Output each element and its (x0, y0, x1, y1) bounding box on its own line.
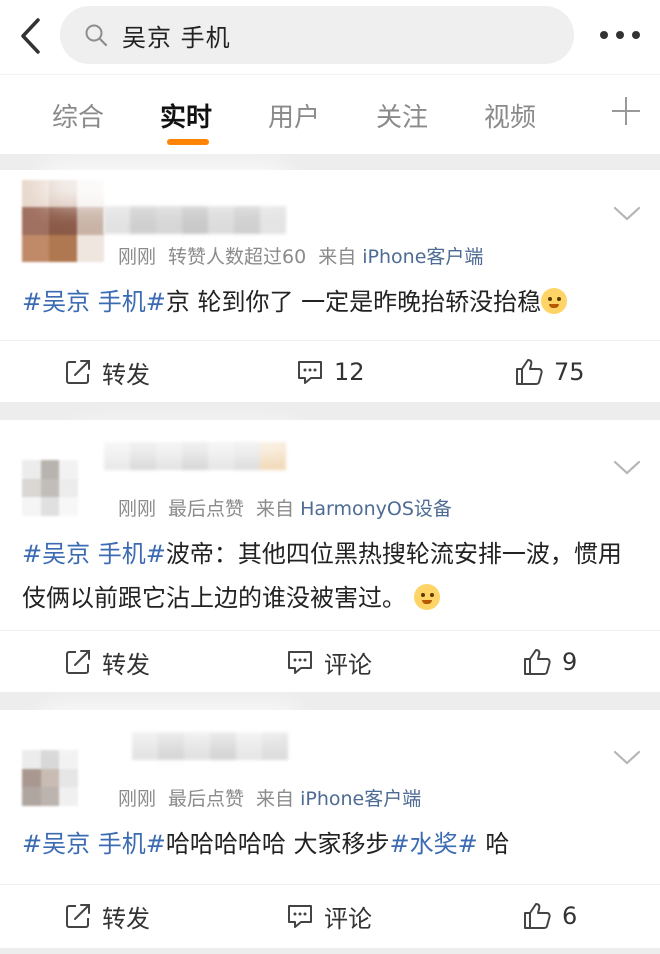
thumbs-up-icon (524, 903, 551, 929)
chevron-down-icon[interactable] (612, 204, 642, 224)
post-text: 哈哈哈哈哈 大家移步 (165, 830, 390, 858)
back-chevron-icon (21, 18, 40, 54)
tab-comprehensive[interactable]: 综合 (52, 97, 104, 134)
search-icon (85, 24, 108, 47)
post-meta: 刚刚 转赞人数超过60 来自 iPhone客户端 (118, 242, 483, 269)
post-source[interactable]: iPhone客户端 (300, 788, 421, 810)
action-bar: 转发 评论 6 (0, 884, 660, 946)
search-query-text: 吴京 手机 (122, 23, 231, 52)
share-icon (66, 904, 90, 928)
blur-overlay (70, 424, 300, 458)
tab-realtime[interactable]: 实时 (160, 97, 212, 134)
post-meta: 刚刚 最后点赞 来自 HarmonyOS设备 (118, 494, 452, 521)
avatar[interactable] (22, 460, 78, 516)
comment-icon (288, 651, 312, 674)
add-tab-icon[interactable] (608, 93, 644, 129)
post-content[interactable]: #吴京 手机#波帝：其他四位黑热搜轮流安排一波，惯用伎俩以前跟它沾上边的谁没被害… (22, 532, 642, 620)
share-icon (66, 650, 90, 674)
username-blurred[interactable] (104, 206, 286, 234)
comment-button[interactable]: 12 (296, 341, 365, 403)
post-time: 刚刚 (118, 498, 157, 520)
doge-emoji-icon (541, 288, 568, 314)
from-label: 来自 (256, 498, 295, 520)
hashtag-link[interactable]: #吴京 手机# (22, 288, 166, 316)
back-button[interactable] (10, 14, 50, 58)
post-text-tail: 哈 (477, 830, 510, 858)
blur-overlay (40, 706, 300, 740)
avatar[interactable] (22, 750, 78, 806)
like-button[interactable]: 9 (522, 631, 577, 693)
repost-button[interactable]: 转发 (64, 341, 150, 403)
tab-video[interactable]: 视频 (484, 97, 536, 134)
comment-icon (298, 361, 322, 384)
post-source[interactable]: HarmonyOS设备 (300, 498, 452, 520)
action-bar: 转发 12 75 (0, 340, 660, 402)
post-meta: 刚刚 最后点赞 来自 iPhone客户端 (118, 784, 421, 811)
more-dots-icon (600, 31, 640, 39)
post-status: 转赞人数超过60 (168, 246, 307, 268)
chevron-down-icon[interactable] (612, 458, 642, 478)
top-bar: 吴京 手机 (0, 0, 660, 74)
comment-icon (288, 905, 312, 928)
like-button[interactable]: 75 (514, 341, 585, 403)
thumbs-up-icon (524, 649, 551, 675)
post-status: 最后点赞 (168, 498, 245, 520)
post-source[interactable]: iPhone客户端 (362, 246, 483, 268)
hashtag-link[interactable]: #水奖# (390, 830, 478, 858)
hashtag-link[interactable]: #吴京 手机# (22, 540, 166, 568)
action-bar: 转发 评论 9 (0, 630, 660, 692)
post-content[interactable]: #吴京 手机#京 轮到你了 一定是昨晚抬轿没抬稳 (22, 280, 642, 324)
hashtag-link[interactable]: #吴京 手机# (22, 830, 166, 858)
tab-bar: 综合 实时 用户 关注 视频 (0, 74, 660, 154)
from-label: 来自 (318, 246, 357, 268)
comment-button[interactable]: 评论 (286, 885, 372, 947)
search-input[interactable]: 吴京 手机 (60, 6, 574, 64)
post-status: 最后点赞 (168, 788, 245, 810)
like-button[interactable]: 6 (522, 885, 577, 947)
post-card[interactable]: 刚刚 转赞人数超过60 来自 iPhone客户端 #吴京 手机#京 轮到你了 一定是… (0, 164, 660, 402)
more-button[interactable] (590, 18, 650, 52)
post-card[interactable]: 刚刚 最后点赞 来自 HarmonyOS设备 #吴京 手机#波帝：其他四位黑热搜轮流… (0, 420, 660, 692)
repost-button[interactable]: 转发 (64, 885, 150, 947)
tab-users[interactable]: 用户 (268, 97, 320, 134)
post-text: 京 轮到你了 一定是昨晚抬轿没抬稳 (165, 288, 542, 316)
tab-following[interactable]: 关注 (376, 97, 428, 134)
post-content[interactable]: #吴京 手机#哈哈哈哈哈 大家移步#水奖# 哈 (22, 822, 642, 866)
repost-button[interactable]: 转发 (64, 631, 150, 693)
post-card[interactable]: 刚刚 最后点赞 来自 iPhone客户端 #吴京 手机#哈哈哈哈哈 大家移步#水奖#… (0, 706, 660, 948)
chevron-down-icon[interactable] (612, 748, 642, 768)
active-tab-indicator (167, 139, 209, 145)
post-time: 刚刚 (118, 788, 157, 810)
post-time: 刚刚 (118, 246, 157, 268)
comment-button[interactable]: 评论 (286, 631, 372, 693)
blur-overlay (40, 164, 290, 204)
share-icon (66, 360, 90, 384)
from-label: 来自 (256, 788, 295, 810)
thumbs-up-icon (516, 359, 543, 385)
shush-emoji-icon (413, 584, 440, 610)
